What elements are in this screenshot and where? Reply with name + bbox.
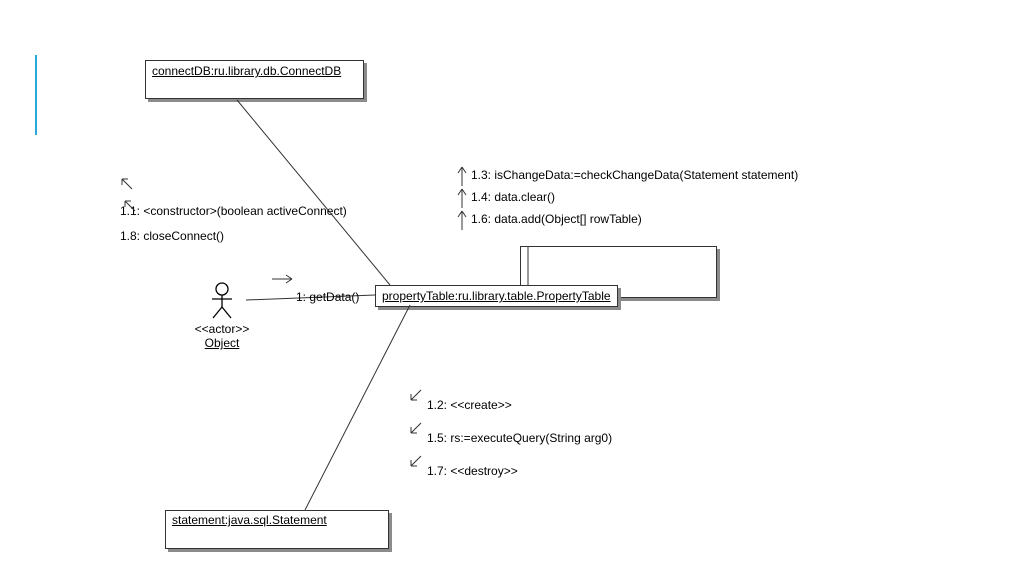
arrow-1-5-icon: [407, 419, 427, 439]
msg-1: 1: getData(): [296, 290, 359, 304]
msg-1-1: 1.1: <constructor>(boolean activeConnect…: [120, 204, 347, 218]
arrow-1-2-icon: [407, 386, 427, 406]
arrow-1-6-icon: [455, 208, 469, 232]
arrow-1-7-icon: [407, 452, 427, 472]
actor-stereotype: <<actor>>: [182, 322, 262, 336]
accent-bar: [35, 55, 37, 135]
node-propertyTable: propertyTable:ru.library.table.PropertyT…: [375, 285, 618, 307]
node-statement-label: statement:java.sql.Statement: [172, 513, 327, 527]
arrow-1-1-icon: [118, 175, 138, 195]
msg-1-6: 1.6: data.add(Object[] rowTable): [471, 212, 642, 226]
msg-1-8: 1.8: closeConnect(): [120, 229, 224, 243]
arrow-1-icon: [270, 272, 298, 286]
msg-1-2: 1.2: <<create>>: [427, 398, 512, 412]
msg-1-3: 1.3: isChangeData:=checkChangeData(State…: [471, 168, 798, 182]
node-statement: statement:java.sql.Statement: [165, 510, 389, 549]
arrow-1-3-icon: [455, 164, 469, 188]
node-propertyTable-label: propertyTable:ru.library.table.PropertyT…: [382, 289, 611, 303]
actor-object: <<actor>> Object: [182, 282, 262, 350]
node-connectDB: connectDB:ru.library.db.ConnectDB: [145, 60, 364, 99]
msg-1-4: 1.4: data.clear(): [471, 190, 555, 204]
msg-1-5: 1.5: rs:=executeQuery(String arg0): [427, 431, 612, 445]
actor-name: Object: [182, 336, 262, 350]
actor-icon: [209, 282, 235, 320]
node-connectDB-label: connectDB:ru.library.db.ConnectDB: [152, 64, 341, 78]
arrow-1-4-icon: [455, 186, 469, 210]
msg-1-7: 1.7: <<destroy>>: [427, 464, 518, 478]
